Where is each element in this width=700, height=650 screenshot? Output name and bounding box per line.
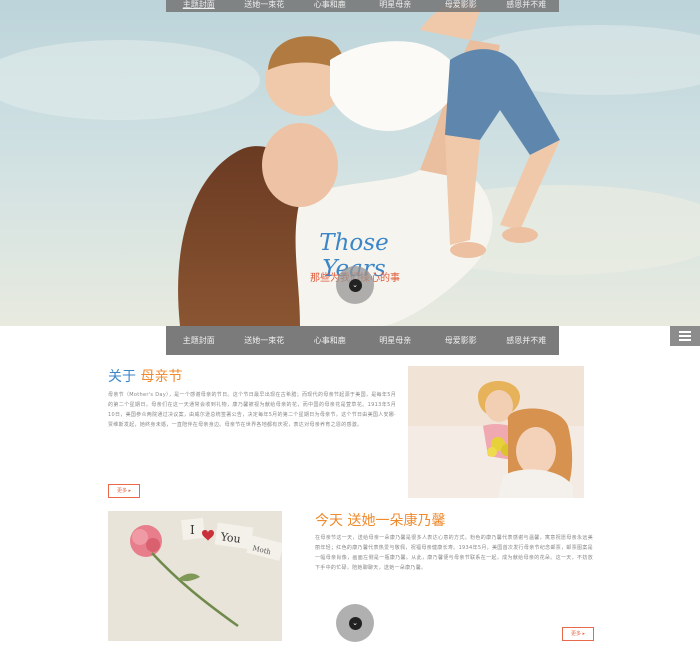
more-button-2[interactable]: 更多 ▸ [562, 627, 594, 641]
hamburger-icon-line [679, 339, 691, 341]
carnation-photo: I You Moth [108, 511, 282, 641]
hamburger-icon [679, 331, 691, 333]
nav-item-star-mother[interactable]: 明星母亲 [363, 326, 429, 355]
section-carnation-title: 今天 送她一朵康乃馨 [315, 510, 445, 530]
hamburger-icon-line [679, 335, 691, 337]
mother-daughter-photo [408, 366, 584, 498]
nav-item-photos[interactable]: 母爱影影 [428, 326, 494, 355]
section-carnation-title-highlight: 送她一朵康乃馨 [347, 513, 446, 529]
section-about-body: 母亲节（Mother's Day），是一个感谢母亲的节日。这个节日最早出现在古希… [108, 392, 396, 428]
top-nav-item-photos[interactable]: 母爱影影 [428, 0, 494, 12]
top-nav: 主题封面 送她一束花 心事和鹿 明星母亲 母爱影影 感恩并不难 [166, 0, 559, 12]
top-nav-item-flowers[interactable]: 送她一束花 [232, 0, 298, 12]
main-nav: 主题封面 送她一束花 心事和鹿 明星母亲 母爱影影 感恩并不难 [166, 326, 559, 355]
top-nav-item-star-mother[interactable]: 明星母亲 [363, 0, 429, 12]
top-nav-item-cover[interactable]: 主题封面 [166, 0, 232, 12]
menu-toggle-button[interactable] [670, 326, 700, 346]
top-nav-item-gratitude[interactable]: 感恩并不难 [494, 0, 560, 12]
nav-item-flowers[interactable]: 送她一束花 [232, 326, 298, 355]
section-about-title-lead: 关于 [108, 369, 136, 385]
nav-item-gratitude[interactable]: 感恩并不难 [494, 326, 560, 355]
hero-banner: 主题封面 送她一束花 心事和鹿 明星母亲 母爱影影 感恩并不难 Those Ye… [0, 0, 700, 326]
section-carnation-title-lead: 今天 [315, 513, 343, 529]
nav-item-cover[interactable]: 主题封面 [166, 326, 232, 355]
scroll-down-button[interactable]: ⌄ [336, 266, 374, 304]
chevron-down-icon: ⌄ [348, 278, 362, 292]
nav-item-heart[interactable]: 心事和鹿 [297, 326, 363, 355]
top-nav-item-heart[interactable]: 心事和鹿 [297, 0, 363, 12]
section-about-title-highlight: 母亲节 [140, 369, 183, 385]
more-button[interactable]: 更多 ▸ [108, 484, 140, 498]
letter-card-i: I [190, 523, 195, 537]
chevron-down-icon: ⌄ [348, 616, 362, 630]
section-about-title: 关于 母亲节 [108, 366, 182, 386]
scroll-down-button-2[interactable]: ⌄ [336, 604, 374, 642]
